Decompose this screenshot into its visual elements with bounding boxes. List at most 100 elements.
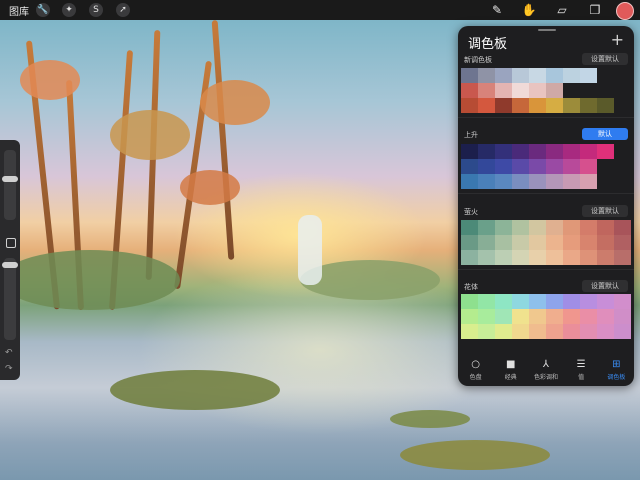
color-swatch[interactable]: [478, 174, 495, 189]
color-swatch[interactable]: [512, 98, 529, 113]
color-swatch[interactable]: [478, 309, 495, 324]
selection-s-icon[interactable]: S: [89, 3, 103, 17]
set-default-button[interactable]: 设置默认: [582, 53, 628, 65]
color-swatch[interactable]: [529, 174, 546, 189]
color-swatch[interactable]: [495, 144, 512, 159]
color-swatch[interactable]: [597, 235, 614, 250]
undo-icon[interactable]: ↶: [5, 348, 13, 358]
color-swatch[interactable]: [580, 250, 597, 265]
color-swatch[interactable]: [529, 68, 546, 83]
color-swatch[interactable]: [495, 68, 512, 83]
color-swatch[interactable]: [478, 68, 495, 83]
color-swatch[interactable]: [495, 159, 512, 174]
color-swatch[interactable]: [512, 174, 529, 189]
set-default-button[interactable]: 设置默认: [582, 280, 628, 292]
color-swatch[interactable]: [614, 174, 631, 189]
color-swatch[interactable]: [495, 98, 512, 113]
color-swatch[interactable]: [495, 174, 512, 189]
wrench-icon[interactable]: 🔧: [36, 3, 50, 17]
color-swatch[interactable]: [597, 174, 614, 189]
color-swatch[interactable]: [597, 144, 614, 159]
color-swatch[interactable]: [614, 144, 631, 159]
color-swatch[interactable]: [461, 250, 478, 265]
tab-palettes[interactable]: ⊞ 调色板: [599, 355, 633, 386]
color-swatch[interactable]: [529, 83, 546, 98]
color-swatch[interactable]: [563, 174, 580, 189]
magic-wand-icon[interactable]: ✦: [62, 3, 76, 17]
color-swatch[interactable]: [546, 144, 563, 159]
color-swatch[interactable]: [478, 235, 495, 250]
default-button[interactable]: 默认: [582, 128, 628, 140]
color-swatch[interactable]: [512, 324, 529, 339]
color-swatch[interactable]: [478, 250, 495, 265]
color-swatch[interactable]: [512, 144, 529, 159]
color-swatch[interactable]: [512, 68, 529, 83]
color-swatch[interactable]: [614, 83, 631, 98]
color-swatch[interactable]: [495, 250, 512, 265]
gallery-button[interactable]: 图库: [9, 3, 29, 18]
tab-harmony[interactable]: ⅄ 色彩调和: [529, 355, 563, 386]
color-swatch[interactable]: [597, 159, 614, 174]
color-swatch[interactable]: [461, 220, 478, 235]
color-swatch[interactable]: [580, 98, 597, 113]
color-swatch[interactable]: [495, 83, 512, 98]
color-swatch[interactable]: [546, 98, 563, 113]
tab-classic[interactable]: ■ 经典: [494, 355, 528, 386]
color-swatch[interactable]: [563, 324, 580, 339]
color-swatch[interactable]: [512, 159, 529, 174]
color-swatch[interactable]: [461, 174, 478, 189]
color-swatch[interactable]: [546, 174, 563, 189]
color-swatch[interactable]: [563, 220, 580, 235]
color-swatch[interactable]: [580, 309, 597, 324]
color-swatch[interactable]: [478, 83, 495, 98]
color-swatch[interactable]: [597, 324, 614, 339]
color-swatch[interactable]: [546, 83, 563, 98]
color-swatch[interactable]: [546, 324, 563, 339]
color-swatch[interactable]: [529, 324, 546, 339]
color-swatch[interactable]: [529, 309, 546, 324]
color-swatch[interactable]: [597, 83, 614, 98]
panel-grab-handle[interactable]: [538, 29, 556, 31]
color-swatch[interactable]: [546, 68, 563, 83]
color-swatch[interactable]: [614, 324, 631, 339]
color-swatch[interactable]: [529, 144, 546, 159]
color-swatch[interactable]: [580, 83, 597, 98]
color-swatch[interactable]: [563, 309, 580, 324]
color-swatch[interactable]: [546, 235, 563, 250]
color-swatch[interactable]: [461, 294, 478, 309]
color-swatch[interactable]: [580, 144, 597, 159]
color-swatch[interactable]: [597, 220, 614, 235]
color-swatch[interactable]: [546, 250, 563, 265]
color-swatch[interactable]: [495, 235, 512, 250]
color-swatch[interactable]: [614, 220, 631, 235]
color-swatch[interactable]: [563, 250, 580, 265]
color-swatch[interactable]: [580, 235, 597, 250]
tab-value[interactable]: ☰ 值: [564, 355, 598, 386]
color-swatch[interactable]: [546, 220, 563, 235]
color-swatch[interactable]: [614, 98, 631, 113]
color-swatch[interactable]: [597, 68, 614, 83]
color-swatch[interactable]: [614, 68, 631, 83]
color-swatch[interactable]: [580, 68, 597, 83]
color-swatch[interactable]: [478, 324, 495, 339]
color-swatch[interactable]: [614, 159, 631, 174]
color-swatch[interactable]: [563, 294, 580, 309]
opacity-slider[interactable]: [2, 258, 18, 340]
color-swatch[interactable]: [597, 309, 614, 324]
layers-icon[interactable]: ❐: [587, 2, 603, 18]
color-swatch[interactable]: [529, 98, 546, 113]
color-swatch[interactable]: [614, 309, 631, 324]
color-swatch[interactable]: [580, 294, 597, 309]
color-swatch[interactable]: [529, 294, 546, 309]
color-swatch[interactable]: [495, 220, 512, 235]
color-swatch[interactable]: [614, 235, 631, 250]
color-swatch[interactable]: [546, 294, 563, 309]
opacity-thumb[interactable]: [2, 262, 18, 268]
color-swatch[interactable]: [529, 250, 546, 265]
color-swatch[interactable]: [478, 220, 495, 235]
color-swatch[interactable]: [461, 98, 478, 113]
color-swatch[interactable]: [529, 235, 546, 250]
color-swatch[interactable]: [597, 294, 614, 309]
color-swatch[interactable]: [580, 174, 597, 189]
color-swatch[interactable]: [580, 324, 597, 339]
